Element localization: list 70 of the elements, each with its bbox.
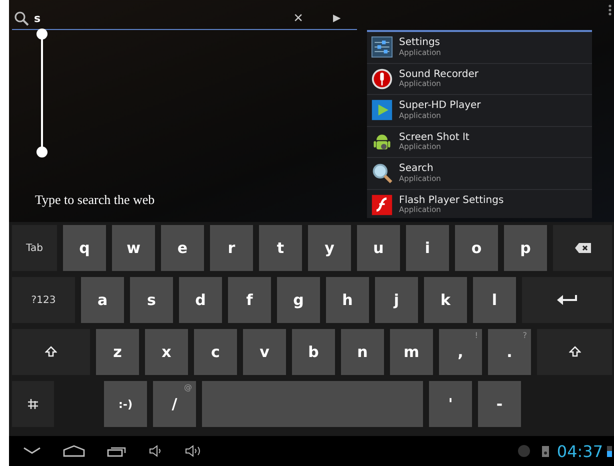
- key[interactable]: j: [375, 277, 418, 323]
- key[interactable]: a: [81, 277, 124, 323]
- search-icon: [14, 10, 30, 26]
- search-text: s: [34, 12, 41, 25]
- key[interactable]: t: [259, 225, 302, 271]
- key[interactable]: / @: [153, 381, 196, 427]
- key[interactable]: c: [194, 329, 237, 375]
- clock: 04:37: [556, 442, 603, 460]
- search-hint: Type to search the web: [35, 192, 155, 208]
- key[interactable]: x: [145, 329, 188, 375]
- suggestion-title: Super-HD Player: [399, 100, 481, 112]
- play-icon: [371, 99, 393, 122]
- smiley-key[interactable]: :-): [104, 381, 147, 427]
- key[interactable]: n: [341, 329, 384, 375]
- key[interactable]: d: [179, 277, 222, 323]
- key[interactable]: -: [478, 381, 521, 427]
- key[interactable]: , !: [439, 329, 482, 375]
- backspace-icon: [574, 243, 590, 253]
- back-icon[interactable]: [23, 447, 41, 455]
- flash-icon: [371, 194, 393, 216]
- symbols-key[interactable]: ?123: [12, 277, 75, 323]
- key[interactable]: v: [243, 329, 286, 375]
- key[interactable]: ': [429, 381, 472, 427]
- key[interactable]: u: [357, 225, 400, 271]
- go-button[interactable]: ▶: [329, 14, 345, 24]
- home-icon[interactable]: [63, 445, 85, 457]
- recent-apps-icon[interactable]: [107, 445, 127, 457]
- key-hint: !: [474, 331, 478, 340]
- key[interactable]: z: [96, 329, 139, 375]
- suggestion-title: Settings: [399, 37, 441, 49]
- key[interactable]: i: [406, 225, 449, 271]
- sd-card-icon: [542, 446, 549, 456]
- key-hint: ?: [522, 331, 527, 340]
- key[interactable]: w: [112, 225, 155, 271]
- volume-up-icon[interactable]: [185, 445, 203, 457]
- backspace-key[interactable]: [553, 225, 612, 271]
- status-dot-icon: [518, 445, 530, 457]
- clear-button[interactable]: ×: [290, 10, 307, 26]
- suggestion-title: Screen Shot It: [399, 132, 470, 143]
- battery-icon: [607, 445, 612, 457]
- key-hint: @: [184, 383, 192, 392]
- shift-arrow-icon: [45, 346, 57, 358]
- search-field[interactable]: s × ▶: [12, 8, 357, 30]
- key[interactable]: h: [326, 277, 369, 323]
- enter-arrow-icon: [557, 294, 577, 306]
- magnifier-icon: [371, 162, 393, 184]
- grid-lines-icon: [28, 399, 38, 409]
- sliders-icon: [371, 36, 393, 58]
- key[interactable]: . ?: [488, 329, 531, 375]
- overflow-menu-icon[interactable]: [608, 4, 612, 16]
- key[interactable]: r: [210, 225, 253, 271]
- microphone-icon: [371, 68, 393, 90]
- key[interactable]: o: [455, 225, 498, 271]
- shift-arrow-icon: [568, 346, 580, 358]
- key[interactable]: k: [424, 277, 467, 323]
- tab-key[interactable]: Tab: [12, 225, 57, 271]
- key[interactable]: p: [504, 225, 547, 271]
- key[interactable]: m: [390, 329, 433, 375]
- suggestion-title: Sound Recorder: [399, 68, 478, 80]
- key[interactable]: y: [308, 225, 351, 271]
- suggestion-title: Flash Player Settings: [399, 194, 504, 206]
- key[interactable]: f: [228, 277, 271, 323]
- volume-down-icon[interactable]: [149, 445, 163, 457]
- key[interactable]: s: [130, 277, 173, 323]
- key[interactable]: b: [292, 329, 335, 375]
- key[interactable]: g: [277, 277, 320, 323]
- key[interactable]: e: [161, 225, 204, 271]
- key[interactable]: l: [473, 277, 516, 323]
- suggestion-title: Search: [399, 163, 434, 175]
- key[interactable]: q: [63, 225, 106, 271]
